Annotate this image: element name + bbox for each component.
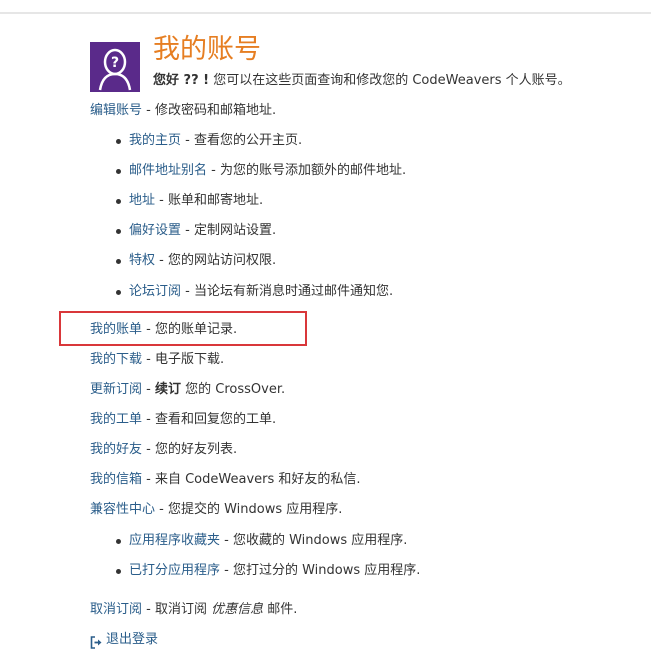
compat-center-row: 兼容性中心 - 您提交的 Windows 应用程序. xyxy=(90,501,342,519)
preferences-link[interactable]: 偏好设置 xyxy=(129,223,181,238)
list-item: 论坛订阅 - 当论坛有新消息时通过邮件通知您. xyxy=(129,283,393,301)
greeting-text: 您可以在这些页面查询和修改您的 CodeWeavers 个人账号。 xyxy=(213,73,571,88)
bullet xyxy=(116,139,121,144)
list-item: 邮件地址别名 - 为您的账号添加额外的邮件地址. xyxy=(129,162,406,180)
my-inbox-row: 我的信箱 - 来自 CodeWeavers 和好友的私信. xyxy=(90,471,361,489)
bullet xyxy=(116,229,121,234)
greeting: 您好 ?? ! 您可以在这些页面查询和修改您的 CodeWeavers 个人账号… xyxy=(153,72,571,90)
bullet xyxy=(116,539,121,544)
rated-apps-link[interactable]: 已打分应用程序 xyxy=(129,563,220,578)
my-inbox-desc: - 来自 CodeWeavers 和好友的私信. xyxy=(142,472,361,487)
list-item: 应用程序收藏夹 - 您收藏的 Windows 应用程序. xyxy=(129,532,407,550)
avatar: ? xyxy=(90,42,140,92)
unsubscribe-row: 取消订阅 - 取消订阅 优惠信息 邮件. xyxy=(90,601,297,619)
bullet xyxy=(116,569,121,574)
list-item: 地址 - 账单和邮寄地址. xyxy=(129,192,263,210)
list-item-desc: - 您的网站访问权限. xyxy=(155,253,277,268)
my-tickets-row: 我的工单 - 查看和回复您的工单. xyxy=(90,411,276,429)
list-item: 偏好设置 - 定制网站设置. xyxy=(129,222,276,240)
list-item-desc: - 账单和邮寄地址. xyxy=(155,193,264,208)
logout-link[interactable]: 退出登录 xyxy=(106,632,158,647)
my-inbox-link[interactable]: 我的信箱 xyxy=(90,472,142,487)
bullet xyxy=(116,259,121,264)
renew-rest: 您的 CrossOver. xyxy=(181,382,286,397)
my-tickets-link[interactable]: 我的工单 xyxy=(90,412,142,427)
renew-row: 更新订阅 - 续订 您的 CrossOver. xyxy=(90,381,285,399)
list-item-desc: - 为您的账号添加额外的邮件地址. xyxy=(207,163,407,178)
edit-account-desc: - 修改密码和邮箱地址. xyxy=(142,103,277,118)
logout-row: 退出登录 xyxy=(106,631,158,649)
top-bar xyxy=(0,0,651,14)
bullet xyxy=(116,199,121,204)
unsubscribe-sep: - 取消订阅 xyxy=(142,602,212,617)
my-downloads-row: 我的下载 - 电子版下载. xyxy=(90,351,224,369)
list-item: 已打分应用程序 - 您打过分的 Windows 应用程序. xyxy=(129,562,420,580)
bullet xyxy=(116,169,121,174)
renew-subscription-link[interactable]: 更新订阅 xyxy=(90,382,142,397)
list-item-desc: - 您打过分的 Windows 应用程序. xyxy=(220,563,421,578)
unsubscribe-rest: 邮件. xyxy=(263,602,298,617)
my-tickets-desc: - 查看和回复您的工单. xyxy=(142,412,277,427)
privileges-link[interactable]: 特权 xyxy=(129,253,155,268)
my-friends-row: 我的好友 - 您的好友列表. xyxy=(90,441,237,459)
my-homepage-link[interactable]: 我的主页 xyxy=(129,133,181,148)
renew-sep: - xyxy=(142,382,155,397)
my-bills-row: 我的账单 - 您的账单记录. xyxy=(90,321,237,339)
address-link[interactable]: 地址 xyxy=(129,193,155,208)
my-downloads-desc: - 电子版下载. xyxy=(142,352,225,367)
page-title: 我的账号 xyxy=(153,34,261,65)
svg-text:?: ? xyxy=(111,55,119,71)
unsubscribe-link[interactable]: 取消订阅 xyxy=(90,602,142,617)
greeting-name: 您好 ?? ! xyxy=(153,73,210,88)
my-friends-desc: - 您的好友列表. xyxy=(142,442,238,457)
list-item: 特权 - 您的网站访问权限. xyxy=(129,252,276,270)
my-friends-link[interactable]: 我的好友 xyxy=(90,442,142,457)
edit-account-row: 编辑账号 - 修改密码和邮箱地址. xyxy=(90,102,276,120)
sign-out-icon[interactable] xyxy=(90,634,103,653)
unsubscribe-italic: 优惠信息 xyxy=(211,602,264,617)
edit-account-link[interactable]: 编辑账号 xyxy=(90,103,142,118)
forum-subscription-link[interactable]: 论坛订阅 xyxy=(129,284,181,299)
user-unknown-icon: ? xyxy=(90,42,140,92)
compat-center-desc: - 您提交的 Windows 应用程序. xyxy=(155,502,343,517)
list-item-desc: - 当论坛有新消息时通过邮件通知您. xyxy=(181,284,394,299)
list-item-desc: - 查看您的公开主页. xyxy=(181,133,303,148)
list-item-desc: - 您收藏的 Windows 应用程序. xyxy=(220,533,408,548)
app-favorites-link[interactable]: 应用程序收藏夹 xyxy=(129,533,220,548)
bullet xyxy=(116,290,121,295)
my-bills-desc: - 您的账单记录. xyxy=(142,322,238,337)
compat-center-link[interactable]: 兼容性中心 xyxy=(90,502,155,517)
renew-bold: 续订 xyxy=(154,382,181,397)
my-downloads-link[interactable]: 我的下载 xyxy=(90,352,142,367)
list-item-desc: - 定制网站设置. xyxy=(181,223,277,238)
list-item: 我的主页 - 查看您的公开主页. xyxy=(129,132,302,150)
my-bills-link[interactable]: 我的账单 xyxy=(90,322,142,337)
email-alias-link[interactable]: 邮件地址别名 xyxy=(129,163,207,178)
